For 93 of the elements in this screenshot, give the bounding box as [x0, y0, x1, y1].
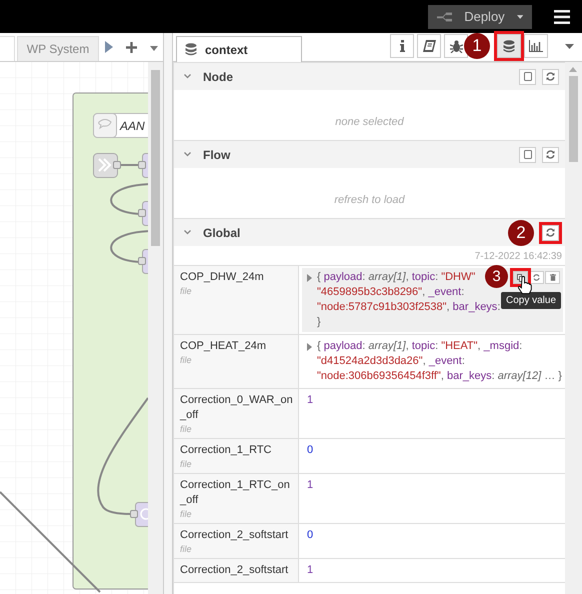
scroll-right-icon[interactable] — [105, 41, 113, 53]
empty-message: refresh to load — [334, 194, 405, 206]
section-title: Global — [203, 226, 240, 240]
value-cell[interactable]: 1 — [302, 391, 563, 410]
section-header[interactable]: Flow — [174, 140, 565, 168]
store-label: file — [180, 285, 192, 298]
expand-icon[interactable] — [307, 343, 312, 351]
scrollbar-thumb[interactable] — [151, 70, 160, 246]
variable-name: COP_HEAT_24m — [180, 339, 266, 354]
empty-message: none selected — [335, 116, 404, 128]
value-cell[interactable]: 0 — [302, 526, 563, 545]
value-text: 0 — [307, 443, 314, 458]
comment-node[interactable] — [93, 113, 148, 138]
section-header[interactable]: Node — [174, 62, 565, 90]
chevron-icon — [184, 74, 191, 79]
caret-icon[interactable] — [565, 44, 574, 48]
delete-button[interactable] — [545, 271, 560, 284]
section-title: Flow — [203, 148, 230, 162]
menu-icon — [554, 10, 570, 24]
tooltip: Copy value — [501, 292, 562, 309]
value-text: } — [317, 315, 321, 330]
collapse-button[interactable] — [519, 68, 536, 84]
value-cell[interactable]: 0 — [302, 441, 563, 460]
timestamp: 7-12-2022 16:42:39 — [474, 251, 562, 262]
database-icon — [185, 43, 197, 56]
deploy-icon — [437, 10, 452, 24]
refresh-icon — [546, 72, 555, 81]
variable-name: Correction_2_softstart — [180, 563, 288, 578]
chart-button[interactable] — [524, 34, 548, 58]
book-button[interactable] — [417, 34, 441, 58]
value-text: 1 — [307, 563, 314, 578]
refresh-button[interactable] — [542, 68, 559, 84]
value-text: "node:306b69356454f3ff", bar_keys: array[12] … } — [317, 369, 562, 384]
value-text: "d41524a2d3d3da26", _event: — [317, 354, 465, 369]
info-button[interactable] — [390, 34, 414, 58]
value-text: { payload: array[1], topic: "DHW" — [317, 270, 476, 285]
refresh-icon — [533, 274, 540, 281]
value-text: "4659895b3c3b8296", _event: — [317, 285, 464, 300]
variable-name: Correction_2_softstart — [180, 528, 288, 543]
refresh-icon — [546, 150, 555, 159]
link-in-node[interactable] — [93, 153, 121, 178]
bug-icon — [450, 40, 462, 52]
refresh-icon — [546, 228, 555, 237]
expand-icon[interactable] — [307, 274, 312, 282]
chevron-icon — [184, 230, 191, 235]
section-title: Node — [203, 70, 233, 84]
database-icon — [503, 40, 515, 52]
caret-icon — [516, 14, 523, 20]
section-header[interactable]: Global 2 — [174, 218, 565, 246]
value-text: "node:5787c91b303f2538", bar_keys: — [317, 300, 500, 315]
comment-label: AAN — [120, 119, 145, 133]
variable-name: COP_DHW_24m — [180, 270, 264, 285]
value-text: 0 — [307, 528, 314, 543]
store-label: file — [180, 458, 192, 471]
sidebar-tab[interactable]: context — [176, 36, 302, 62]
menu-button[interactable] — [554, 10, 570, 24]
book-icon — [422, 40, 436, 52]
store-label: file — [180, 354, 192, 367]
value-cell[interactable]: 1 — [302, 561, 563, 580]
refresh-button[interactable] — [542, 146, 559, 162]
wire — [110, 183, 148, 215]
variable-name: Correction_0_WAR_on_off — [180, 393, 294, 423]
value-cell[interactable]: 1 — [302, 476, 563, 495]
debug-button[interactable] — [444, 34, 468, 58]
add-icon[interactable] — [126, 42, 137, 53]
collapse-button[interactable] — [519, 146, 536, 162]
scrollbar[interactable] — [565, 62, 582, 594]
hand-cursor-icon — [518, 276, 532, 294]
step-badge: 2 — [508, 220, 534, 246]
step-badge: 1 — [464, 33, 490, 59]
value-text: 1 — [307, 393, 314, 408]
info-icon — [400, 40, 404, 52]
scrollbar-thumb[interactable] — [569, 76, 578, 162]
wire — [110, 230, 148, 263]
square-icon — [524, 72, 532, 81]
value-text: 1 — [307, 478, 314, 493]
value-text: { payload: array[1], topic: "HEAT", _msgid: — [317, 339, 522, 354]
variable-name: Correction_1_RTC — [180, 443, 272, 458]
square-icon — [524, 150, 532, 159]
value-cell[interactable]: { payload: array[1], topic: "HEAT", _msgid: "d41524a2d3d3da26", _event: "node:306b69356454f3ff", bar_keys: array[12] … } — [302, 337, 563, 386]
scrollbar[interactable] — [148, 62, 163, 594]
step-badge: 3 — [485, 265, 508, 288]
trash-icon — [550, 274, 556, 281]
store-label: file — [180, 543, 192, 556]
value-cell[interactable]: { payload: array[1], topic: "DHW" "4659895b3c3b8296", _event: "node:5787c91b303f2538", bar_keys: } 3 Copy value — [302, 268, 563, 332]
store-label: file — [180, 508, 192, 521]
caret-icon[interactable] — [150, 46, 158, 51]
deploy-button[interactable]: Deploy — [428, 4, 532, 28]
chevron-icon — [184, 152, 191, 157]
variable-name: Correction_1_RTC_on_off — [180, 478, 291, 508]
bar-chart-icon — [529, 40, 543, 52]
database-button[interactable] — [497, 34, 521, 58]
store-label: file — [180, 423, 192, 436]
